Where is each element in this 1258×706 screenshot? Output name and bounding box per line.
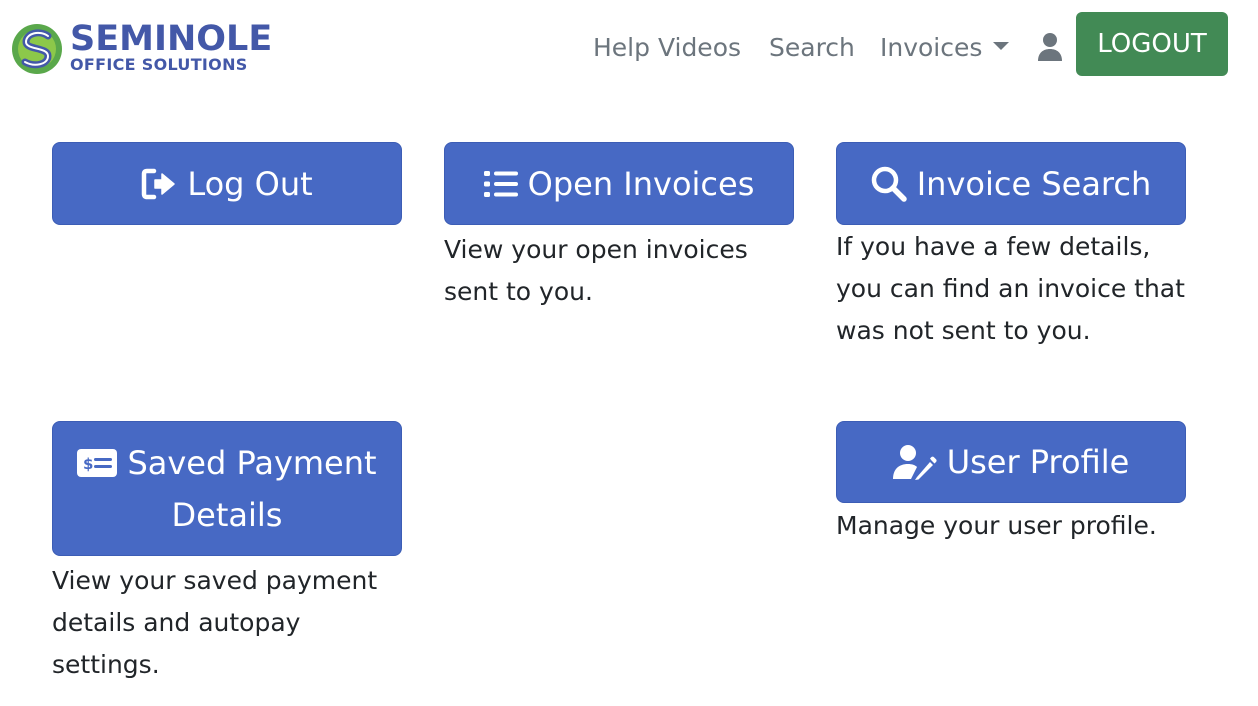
brand-name: SEMINOLE	[70, 19, 273, 59]
svg-text:$: $	[83, 455, 93, 473]
log-out-button[interactable]: Log Out	[52, 142, 402, 225]
list-icon	[483, 170, 518, 197]
brand-tagline: OFFICE SOLUTIONS	[70, 55, 248, 74]
open-invoices-label: Open Invoices	[527, 164, 755, 203]
money-check-icon: $	[77, 448, 118, 477]
search-icon	[871, 166, 907, 202]
user-profile-label: User Profile	[946, 443, 1130, 481]
invoice-search-button[interactable]: Invoice Search	[836, 142, 1186, 225]
logout-button[interactable]: LOGOUT	[1076, 12, 1228, 76]
invoice-search-label: Invoice Search	[916, 164, 1152, 203]
saved-payment-description: View your saved payment details and auto…	[52, 566, 378, 679]
log-out-label: Log Out	[187, 164, 313, 203]
user-edit-icon	[892, 445, 937, 480]
user-icon[interactable]	[1037, 32, 1063, 62]
saved-payment-label-row: $ Saved Payment	[77, 437, 377, 489]
open-invoices-description: View your open invoices sent to you.	[444, 235, 748, 306]
open-invoices-button[interactable]: Open Invoices	[444, 142, 794, 225]
chevron-down-icon[interactable]	[993, 42, 1009, 50]
nav-search[interactable]: Search	[769, 30, 855, 66]
nav-invoices-dropdown[interactable]: Invoices	[880, 30, 982, 66]
sign-out-icon	[142, 168, 176, 199]
brand-logo[interactable]: SEMINOLE OFFICE SOLUTIONS	[10, 19, 300, 76]
user-profile-description: Manage your user profile.	[836, 511, 1157, 540]
saved-payment-label-line2: Details	[171, 495, 283, 534]
invoice-search-description: If you have a few details, you can find …	[836, 232, 1185, 345]
saved-payment-details-button[interactable]: $ Saved Payment Details	[52, 421, 402, 556]
user-profile-button[interactable]: User Profile	[836, 421, 1186, 503]
nav-help-videos[interactable]: Help Videos	[593, 30, 741, 66]
top-navbar: SEMINOLE OFFICE SOLUTIONS Help Videos Se…	[0, 0, 1258, 100]
logo-swoosh-icon	[12, 24, 62, 74]
saved-payment-label-line1: Saved Payment	[127, 443, 377, 482]
saved-payment-label-block: $ Saved Payment Details	[77, 437, 377, 541]
